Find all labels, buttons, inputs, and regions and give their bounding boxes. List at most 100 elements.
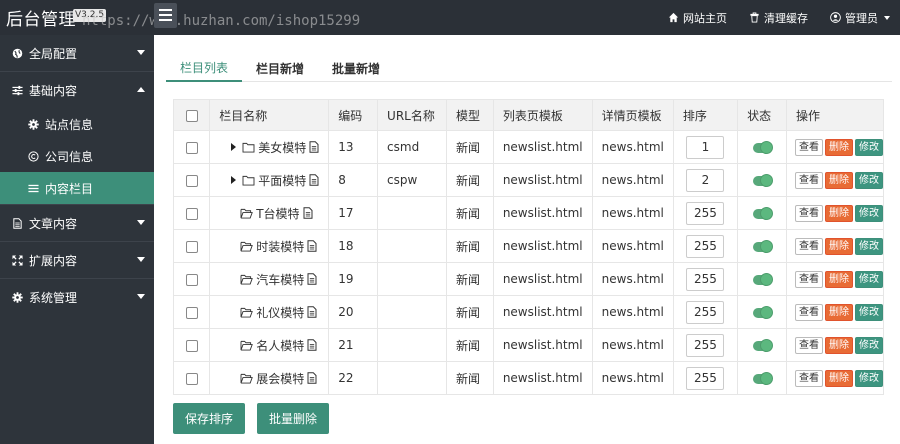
list-template-cell: newslist.html: [492, 163, 593, 197]
status-toggle[interactable]: [753, 140, 774, 154]
home-link-label: 网站主页: [683, 11, 727, 25]
sidebar-item-system-admin[interactable]: 系统管理: [0, 279, 154, 315]
sort-input[interactable]: [686, 168, 725, 192]
view-button[interactable]: 查看: [795, 270, 823, 288]
row-checkbox[interactable]: [185, 273, 198, 286]
tab-column-list[interactable]: 栏目列表: [166, 54, 243, 82]
status-toggle[interactable]: [753, 371, 774, 385]
view-button[interactable]: 查看: [795, 369, 823, 387]
edit-button[interactable]: 修改: [855, 204, 883, 222]
sliders-icon: [12, 85, 23, 95]
sort-input[interactable]: [686, 333, 725, 357]
edit-button[interactable]: 修改: [855, 171, 883, 189]
document-icon: [309, 174, 319, 186]
status-cell: [737, 328, 787, 362]
batch-delete-button[interactable]: 批量删除: [257, 403, 329, 434]
header-code: 编码: [328, 99, 379, 131]
document-icon: [307, 306, 317, 318]
model-cell: 新闻: [445, 130, 494, 164]
tab-bar: 栏目列表 栏目新增 批量新增: [166, 54, 892, 82]
status-toggle[interactable]: [753, 305, 774, 319]
status-toggle[interactable]: [753, 206, 774, 220]
edit-button[interactable]: 修改: [855, 303, 883, 321]
header-model: 模型: [445, 99, 494, 131]
edit-button[interactable]: 修改: [855, 270, 883, 288]
sort-input[interactable]: [686, 366, 725, 390]
sort-input[interactable]: [686, 267, 725, 291]
url-cell: [377, 361, 447, 395]
tab-batch-add[interactable]: 批量新增: [318, 54, 394, 82]
sort-input[interactable]: [686, 135, 725, 159]
sidebar-item-company-info[interactable]: 公司信息: [0, 140, 154, 172]
view-button[interactable]: 查看: [795, 204, 823, 222]
delete-button[interactable]: 删除: [825, 138, 853, 156]
sidebar-item-article-content[interactable]: 文章内容: [0, 205, 154, 241]
document-icon: [307, 240, 317, 252]
caret-down-icon: [137, 50, 145, 55]
row-checkbox[interactable]: [185, 372, 198, 385]
list-template-cell: newslist.html: [492, 262, 593, 296]
model-cell: 新闻: [445, 295, 494, 329]
tab-column-add[interactable]: 栏目新增: [242, 54, 318, 82]
clear-cache-link[interactable]: 清理缓存: [749, 10, 808, 26]
column-name: T台模特: [256, 206, 300, 221]
admin-menu[interactable]: 管理员: [830, 10, 890, 26]
table-row: 礼仪模特 20 新闻newslist.htmlnews.html 查看删除修改: [172, 295, 884, 329]
detail-template-cell: news.html: [591, 229, 674, 263]
trash-icon: [750, 12, 759, 23]
view-button[interactable]: 查看: [795, 138, 823, 156]
delete-button[interactable]: 删除: [825, 171, 853, 189]
status-toggle[interactable]: [753, 239, 774, 253]
sidebar-item-content-columns[interactable]: 内容栏目: [0, 172, 154, 204]
sidebar-item-site-info[interactable]: 站点信息: [0, 108, 154, 140]
detail-template-cell: news.html: [591, 163, 674, 197]
status-toggle[interactable]: [753, 272, 774, 286]
edit-button[interactable]: 修改: [855, 336, 883, 354]
status-toggle[interactable]: [753, 173, 774, 187]
edit-button[interactable]: 修改: [855, 237, 883, 255]
column-name: 时装模特: [256, 239, 305, 254]
expand-toggle-icon[interactable]: [231, 143, 237, 151]
expand-toggle-icon[interactable]: [231, 176, 237, 184]
delete-button[interactable]: 删除: [825, 369, 853, 387]
sort-input[interactable]: [686, 201, 725, 225]
delete-button[interactable]: 删除: [825, 204, 853, 222]
sidebar-item-extended-content[interactable]: 扩展内容: [0, 242, 154, 278]
view-button[interactable]: 查看: [795, 336, 823, 354]
list-template-cell: newslist.html: [492, 130, 593, 164]
model-cell: 新闻: [445, 163, 494, 197]
delete-button[interactable]: 删除: [825, 336, 853, 354]
sidebar-item-label: 系统管理: [29, 290, 78, 305]
expand-icon: [12, 254, 23, 266]
row-checkbox[interactable]: [185, 306, 198, 319]
view-button[interactable]: 查看: [795, 171, 823, 189]
sidebar-item-basic-content[interactable]: 基础内容: [0, 72, 154, 108]
row-checkbox[interactable]: [185, 141, 198, 154]
sort-input[interactable]: [686, 234, 725, 258]
save-sort-button[interactable]: 保存排序: [173, 403, 245, 434]
sidebar-item-label: 扩展内容: [29, 253, 78, 268]
delete-button[interactable]: 删除: [825, 270, 853, 288]
view-button[interactable]: 查看: [795, 237, 823, 255]
list-template-cell: newslist.html: [492, 295, 593, 329]
status-cell: [737, 229, 787, 263]
delete-button[interactable]: 删除: [825, 237, 853, 255]
menu-toggle-button[interactable]: [154, 3, 177, 28]
list-template-cell: newslist.html: [492, 196, 593, 230]
sidebar-item-global-config[interactable]: 全局配置: [0, 35, 154, 71]
home-link[interactable]: 网站主页: [668, 10, 727, 26]
edit-button[interactable]: 修改: [855, 369, 883, 387]
code-cell: 19: [328, 262, 379, 296]
view-button[interactable]: 查看: [795, 303, 823, 321]
row-checkbox[interactable]: [185, 207, 198, 220]
delete-button[interactable]: 删除: [825, 303, 853, 321]
edit-button[interactable]: 修改: [855, 138, 883, 156]
url-cell: [377, 196, 447, 230]
row-checkbox[interactable]: [185, 174, 198, 187]
row-checkbox[interactable]: [185, 240, 198, 253]
row-checkbox[interactable]: [185, 339, 198, 352]
row-select-cell: [172, 361, 211, 395]
sort-input[interactable]: [686, 300, 725, 324]
select-all-checkbox[interactable]: [185, 109, 198, 122]
status-toggle[interactable]: [753, 338, 774, 352]
